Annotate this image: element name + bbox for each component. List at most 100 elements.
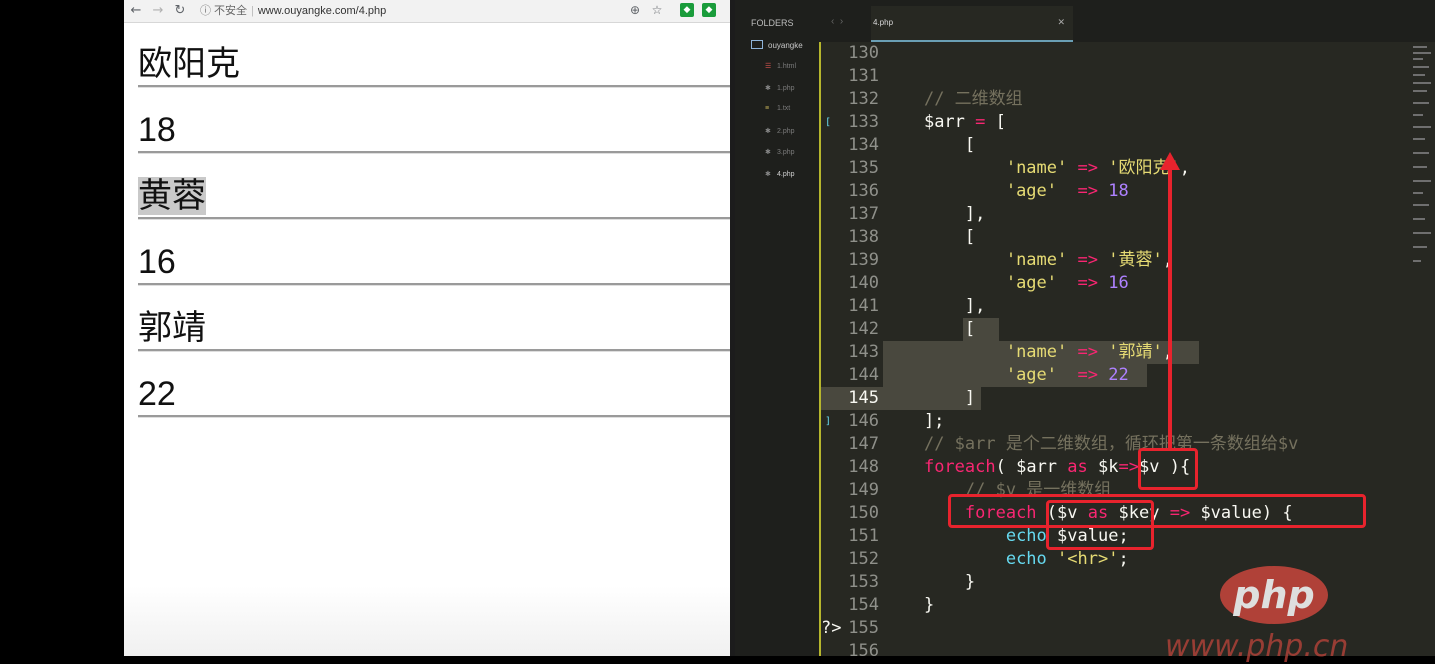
code-line: 'age' => 22	[1005, 365, 1129, 385]
file-item[interactable]: ✱ 3.php	[765, 148, 795, 156]
file-item[interactable]: ✱ 2.php	[765, 127, 795, 135]
bookmark-star-icon[interactable]: ☆	[650, 3, 664, 17]
project-folder[interactable]: ouyangke	[751, 40, 803, 50]
line-number: 140	[848, 273, 879, 293]
line-number: 132	[848, 89, 879, 109]
info-icon[interactable]: ⓘ	[200, 3, 211, 19]
line-number: 148	[848, 457, 879, 477]
php-logo-watermark: php	[1220, 566, 1328, 624]
forward-icon[interactable]: →	[150, 3, 166, 19]
output-line: 18	[138, 111, 176, 149]
line-number: 136	[848, 181, 879, 201]
fold-marker-icon[interactable]: [	[825, 111, 831, 134]
back-icon[interactable]: ←	[128, 3, 144, 19]
annotation-box-value	[1046, 500, 1154, 550]
zoom-icon[interactable]: ⊕	[628, 3, 642, 17]
line-number: 149	[848, 480, 879, 500]
line-number: 144	[848, 365, 879, 385]
line-number: 152	[848, 549, 879, 569]
line-number: 131	[848, 66, 879, 86]
code-line: 'name' => '郭靖',	[1005, 342, 1173, 362]
code-line: $arr = [	[923, 112, 1006, 132]
minimap[interactable]	[1411, 42, 1435, 272]
php-file-icon: ✱	[765, 85, 771, 92]
output-line: 欧阳克	[138, 45, 240, 83]
folders-header: FOLDERS	[751, 18, 794, 28]
php-file-icon: ✱	[765, 149, 771, 156]
code-line: ],	[883, 204, 986, 224]
code-line: [	[883, 319, 976, 339]
horizontal-rule	[138, 415, 730, 418]
code-line: 'name' => '黄蓉',	[1005, 250, 1173, 270]
output-line: 16	[138, 243, 176, 281]
php-file-icon: ✱	[765, 171, 771, 178]
line-number: 130	[848, 43, 879, 63]
code-line: ];	[883, 411, 945, 431]
code-line: 'age' => 16	[1005, 273, 1129, 293]
file-sidebar: FOLDERS ouyangke ☰ 1.html ✱ 1.php ≡ 1.txt ✱…	[735, 6, 821, 656]
url-text: www.ouyangke.com/4.php	[257, 5, 387, 17]
tab-label: 4.php	[873, 18, 894, 27]
code-line: 'name' => '欧阳克',	[1005, 158, 1190, 178]
code-line: 'age' => 18	[1005, 181, 1129, 201]
line-number: 156	[848, 641, 879, 656]
tab-4-php[interactable]: 4.php ✕	[871, 6, 1073, 42]
annotation-box-v	[1138, 448, 1198, 490]
watermark-url: www.php.cn	[1165, 629, 1349, 664]
folder-icon	[751, 40, 763, 49]
left-black-margin	[0, 0, 124, 656]
selected-text: 黄蓉	[138, 177, 206, 215]
output-line: 郭靖	[138, 309, 206, 347]
line-number: 139	[848, 250, 879, 270]
code-line: ],	[883, 296, 986, 316]
reload-icon[interactable]: ↻	[172, 3, 188, 19]
line-number: 135	[848, 158, 879, 178]
code-line: ?>	[821, 618, 842, 638]
line-number-current: 145	[848, 388, 879, 408]
file-item[interactable]: ≡ 1.txt	[765, 105, 790, 112]
line-number: 153	[848, 572, 879, 592]
code-line: // $arr 是个二维数组，循环把第一条数组给$v	[923, 434, 1299, 454]
address-bar[interactable]: ⓘ 不安全 | www.ouyangke.com/4.php	[198, 3, 658, 19]
code-line: echo '<hr>';	[1005, 549, 1129, 569]
line-number: 147	[848, 434, 879, 454]
file-item-active[interactable]: ✱ 4.php	[765, 170, 795, 178]
code-line: }	[883, 595, 935, 615]
editor-tabbar: ‹ › 4.php ✕	[821, 6, 1435, 42]
line-number: 151	[848, 526, 879, 546]
line-number: 142	[848, 319, 879, 339]
browser-bottom-area	[124, 586, 730, 656]
code-line: [	[883, 227, 976, 247]
annotation-arrow-shaft	[1168, 170, 1172, 450]
security-label: 不安全	[214, 5, 247, 17]
tab-scroll-arrows[interactable]: ‹ ›	[831, 16, 843, 27]
browser-window: ← → ↻ ⓘ 不安全 | www.ouyangke.com/4.php ⊕ ☆ ◆…	[124, 0, 730, 656]
extension-adblock-icon[interactable]: ◆	[702, 3, 716, 17]
php-file-icon: ✱	[765, 128, 771, 135]
file-item[interactable]: ☰ 1.html	[765, 62, 796, 70]
html-file-icon: ☰	[765, 63, 772, 70]
fold-marker-icon[interactable]: ]	[825, 410, 831, 433]
code-line: [	[883, 135, 976, 155]
output-line: 黄蓉	[138, 154, 730, 215]
line-number: 141	[848, 296, 879, 316]
text-file-icon: ≡	[765, 105, 770, 112]
code-editor-window: FOLDERS ouyangke ☰ 1.html ✱ 1.php ≡ 1.txt ✱…	[735, 0, 1435, 656]
output-line: 22	[138, 375, 176, 413]
line-number: 154	[848, 595, 879, 615]
code-line: ]	[883, 388, 976, 408]
file-item[interactable]: ✱ 1.php	[765, 84, 795, 92]
code-area[interactable]: 130 131 132 133 134 135 136 137 138 139 …	[821, 42, 1411, 656]
line-number: 150	[848, 503, 879, 523]
code-line: // 二维数组	[923, 89, 1023, 109]
page-output: 欧阳克 18 黄蓉 16 郭靖 22	[138, 22, 730, 418]
line-number: 134	[848, 135, 879, 155]
line-number: 143	[848, 342, 879, 362]
annotation-box-inner-foreach	[948, 494, 1366, 528]
close-icon[interactable]: ✕	[1057, 17, 1065, 28]
line-number: 137	[848, 204, 879, 224]
annotation-arrow-head-icon	[1160, 152, 1180, 170]
browser-toolbar: ← → ↻ ⓘ 不安全 | www.ouyangke.com/4.php ⊕ ☆ ◆…	[124, 0, 730, 23]
line-number: 138	[848, 227, 879, 247]
extension-shield-icon[interactable]: ◆	[680, 3, 694, 17]
